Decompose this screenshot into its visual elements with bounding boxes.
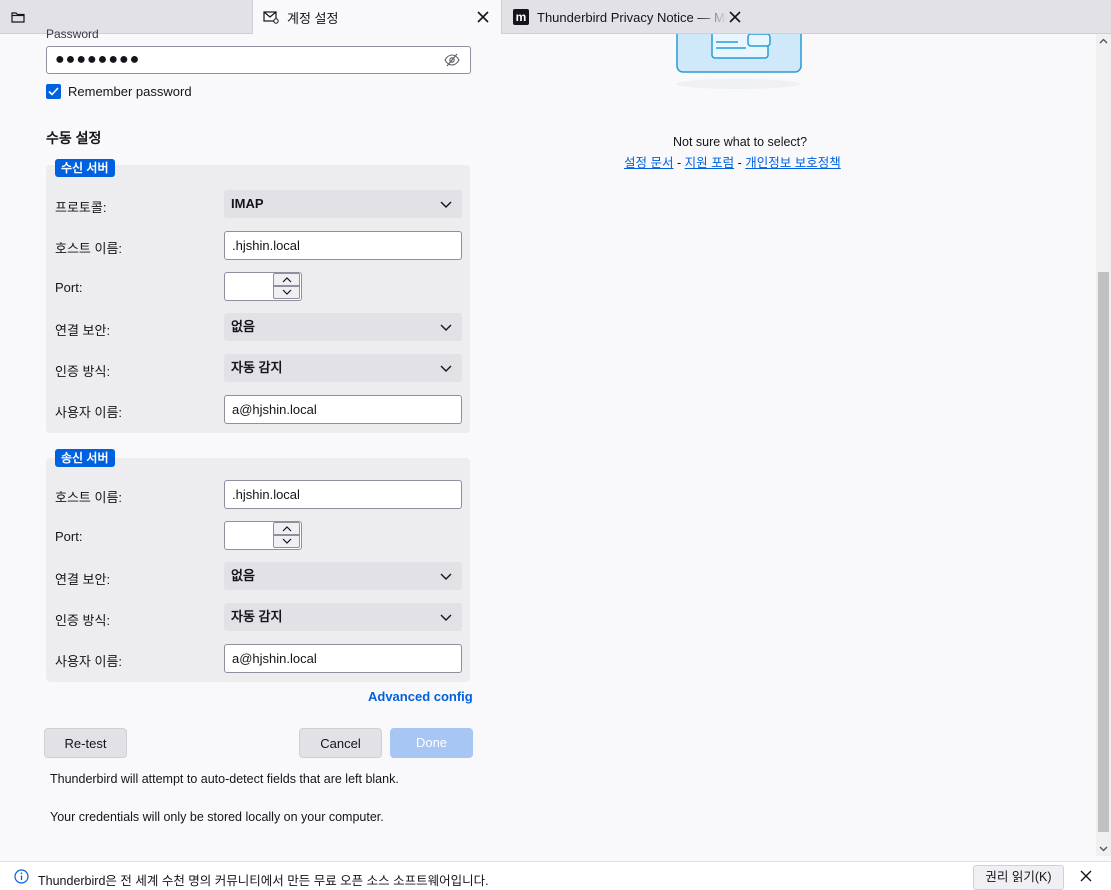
tab-account-settings[interactable]: 계정 설정 <box>252 0 502 34</box>
cancel-button[interactable]: Cancel <box>299 728 382 758</box>
incoming-auth-value: 자동 감지 <box>231 360 283 375</box>
account-setup-illustration <box>676 34 802 89</box>
chevron-up-icon <box>282 277 291 283</box>
outgoing-port-input[interactable] <box>224 521 302 550</box>
outgoing-username-label: 사용자 이름: <box>55 654 123 669</box>
outgoing-hostname-label: 호스트 이름: <box>55 490 123 505</box>
protocol-select[interactable]: IMAP <box>224 190 462 218</box>
mozilla-m-icon: m <box>513 9 529 25</box>
done-button[interactable]: Done <box>390 728 473 758</box>
mail-gear-icon <box>263 11 279 24</box>
tab-privacy-notice[interactable]: m Thunderbird Privacy Notice — Mo <box>503 0 749 34</box>
incoming-hostname-input[interactable]: .hjshin.local <box>224 231 462 260</box>
scroll-up-button[interactable] <box>1096 34 1111 48</box>
outgoing-auth-select[interactable]: 자동 감지 <box>224 603 462 631</box>
info-icon <box>14 869 29 884</box>
port-decrement-button[interactable] <box>273 286 300 299</box>
chevron-up-icon <box>282 526 291 532</box>
remember-password[interactable]: Remember password <box>46 84 192 99</box>
read-rights-button[interactable]: 권리 읽기(K) <box>973 865 1064 890</box>
outgoing-server-badge: 송신 서버 <box>55 449 115 467</box>
credentials-note: Your credentials will only be stored loc… <box>50 810 384 824</box>
link-separator: - <box>676 156 682 170</box>
manual-config-title: 수동 설정 <box>46 130 102 146</box>
incoming-port-input[interactable] <box>224 272 302 301</box>
outgoing-security-label: 연결 보안: <box>55 572 111 587</box>
outgoing-security-select[interactable]: 없음 <box>224 562 462 590</box>
eye-slash-icon[interactable] <box>444 53 460 67</box>
help-question: Not sure what to select? <box>673 135 808 149</box>
close-tab-icon[interactable] <box>727 9 743 25</box>
privacy-policy-link[interactable]: 개인정보 보호정책 <box>745 156 840 170</box>
folder-icon <box>11 11 25 23</box>
tab-bar: 계정 설정 m Thunderbird Privacy Notice — Mo <box>0 0 1111 34</box>
remember-label: Remember password <box>68 84 192 99</box>
port-decrement-button[interactable] <box>273 535 300 548</box>
chevron-down-icon <box>1099 846 1108 852</box>
retest-button[interactable]: Re-test <box>44 728 127 758</box>
autodetect-note: Thunderbird will attempt to auto-detect … <box>50 772 399 786</box>
link-separator: - <box>737 156 742 170</box>
chevron-down-icon <box>282 289 291 295</box>
protocol-value: IMAP <box>231 196 264 211</box>
scroll-down-button[interactable] <box>1096 842 1111 856</box>
support-forum-link[interactable]: 지원 포럼 <box>685 156 734 170</box>
chevron-down-icon <box>440 573 452 580</box>
folder-tab[interactable] <box>0 0 36 33</box>
tab-label: 계정 설정 <box>287 10 339 26</box>
incoming-auth-label: 인증 방식: <box>55 364 111 379</box>
incoming-security-label: 연결 보안: <box>55 323 111 338</box>
incoming-auth-select[interactable]: 자동 감지 <box>224 354 462 382</box>
port-increment-button[interactable] <box>273 522 300 535</box>
incoming-username-label: 사용자 이름: <box>55 405 123 420</box>
port-increment-button[interactable] <box>273 273 300 286</box>
chevron-down-icon <box>440 614 452 621</box>
outgoing-hostname-input[interactable]: .hjshin.local <box>224 480 462 509</box>
password-label: Password <box>46 27 99 41</box>
chevron-down-icon <box>440 365 452 372</box>
chevron-down-icon <box>440 324 452 331</box>
scrollbar-thumb[interactable] <box>1098 272 1109 832</box>
incoming-hostname-label: 호스트 이름: <box>55 241 123 256</box>
incoming-port-label: Port: <box>55 280 83 295</box>
protocol-label: 프로토콜: <box>55 200 107 215</box>
incoming-server-badge: 수신 서버 <box>55 159 115 177</box>
outgoing-username-input[interactable]: a@hjshin.local <box>224 644 462 673</box>
outgoing-security-value: 없음 <box>231 568 255 583</box>
outgoing-port-label: Port: <box>55 529 83 544</box>
notification-bar: Thunderbird은 전 세계 수천 명의 커뮤니티에서 만든 무료 오픈 … <box>0 861 1111 890</box>
incoming-security-value: 없음 <box>231 319 255 334</box>
password-value: ●●●●●●●● <box>55 51 141 68</box>
chevron-down-icon <box>282 538 291 544</box>
advanced-config-link[interactable]: Advanced config <box>368 689 473 704</box>
chevron-up-icon <box>1099 38 1108 44</box>
remember-checkbox[interactable] <box>46 84 61 99</box>
help-links: 설정 문서 - 지원 포럼 - 개인정보 보호정책 <box>624 152 841 171</box>
close-tab-icon[interactable] <box>475 9 491 25</box>
vertical-scrollbar[interactable] <box>1096 34 1111 856</box>
outgoing-auth-value: 자동 감지 <box>231 609 283 624</box>
setup-docs-link[interactable]: 설정 문서 <box>624 156 673 170</box>
password-field[interactable]: ●●●●●●●● <box>46 46 471 74</box>
tab-label: Thunderbird Privacy Notice — Mo <box>537 9 727 25</box>
incoming-username-input[interactable]: a@hjshin.local <box>224 395 462 424</box>
outgoing-auth-label: 인증 방식: <box>55 613 111 628</box>
chevron-down-icon <box>440 201 452 208</box>
incoming-security-select[interactable]: 없음 <box>224 313 462 341</box>
close-icon[interactable] <box>1080 870 1092 882</box>
checkmark-icon <box>48 87 59 96</box>
notification-text: Thunderbird은 전 세계 수천 명의 커뮤니티에서 만든 무료 오픈 … <box>38 874 489 888</box>
